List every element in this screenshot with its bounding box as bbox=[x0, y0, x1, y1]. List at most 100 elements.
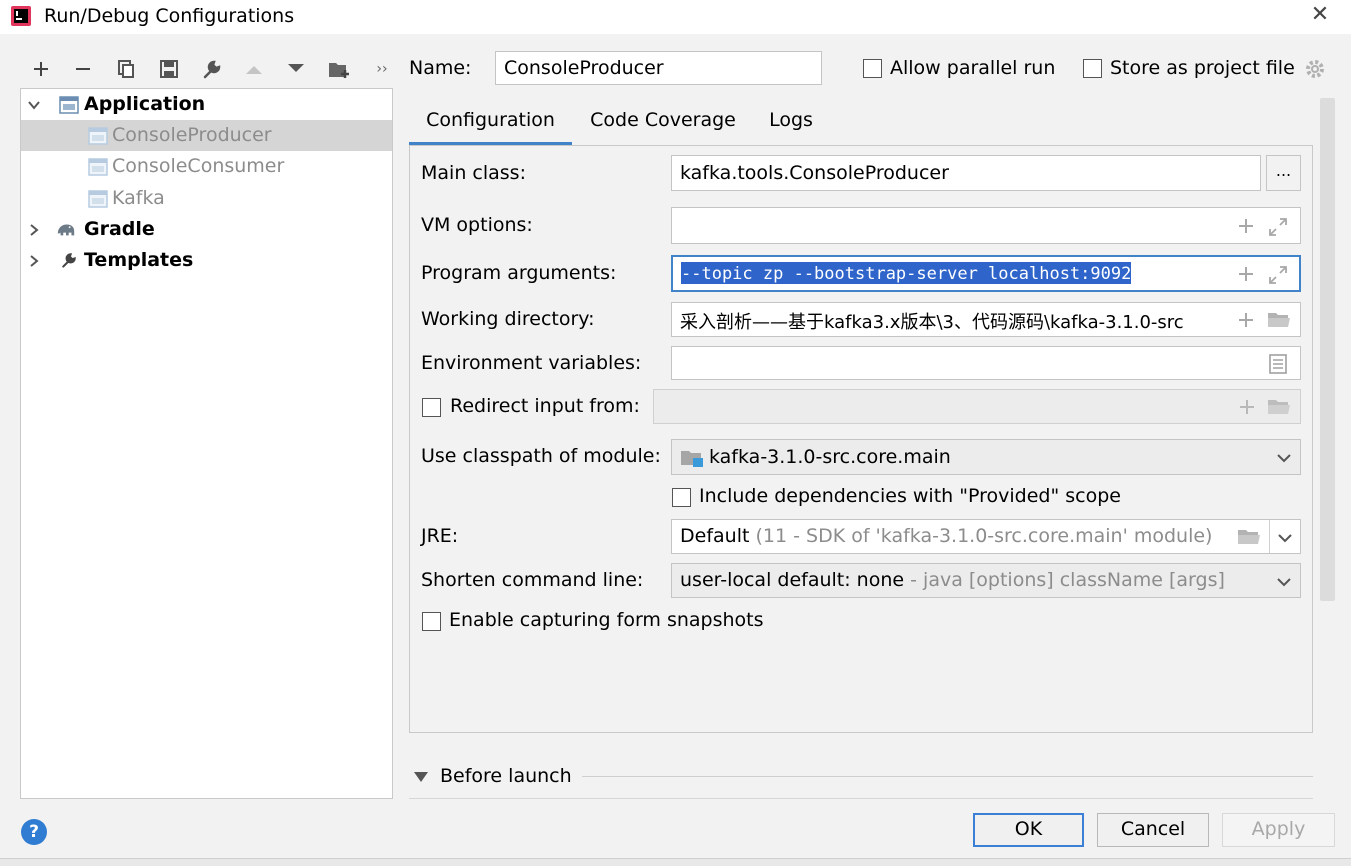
minus-icon bbox=[76, 68, 90, 70]
move-up-button[interactable] bbox=[241, 56, 267, 82]
main-class-input[interactable]: kafka.tools.ConsoleProducer bbox=[671, 155, 1261, 191]
expand-icon[interactable] bbox=[1268, 265, 1288, 285]
shorten-command-line-label: Shorten command line: bbox=[421, 569, 644, 591]
tree-item-label: Templates bbox=[84, 249, 194, 271]
program-arguments-value: --topic zp --bootstrap-server localhost:… bbox=[681, 262, 1132, 284]
save-icon bbox=[160, 60, 178, 78]
module-folder-icon bbox=[681, 451, 703, 467]
add-configuration-button[interactable] bbox=[28, 56, 54, 82]
main-class-label: Main class: bbox=[421, 162, 526, 184]
gradle-elephant-icon bbox=[57, 224, 75, 236]
tab-logs[interactable]: Logs bbox=[756, 102, 826, 146]
include-dependencies-checkbox[interactable] bbox=[672, 488, 691, 507]
new-folder-button[interactable] bbox=[326, 56, 352, 82]
jre-value: Default bbox=[680, 525, 750, 547]
move-down-button[interactable] bbox=[283, 56, 309, 82]
browse-main-class-button[interactable]: ... bbox=[1266, 155, 1301, 191]
save-configuration-button[interactable] bbox=[156, 56, 182, 82]
jre-combobox[interactable]: Default (11 - SDK of 'kafka-3.1.0-src.co… bbox=[671, 519, 1301, 554]
gear-icon[interactable] bbox=[1304, 58, 1326, 80]
wrench-icon bbox=[62, 253, 76, 268]
capture-snapshots-checkbox[interactable] bbox=[422, 612, 441, 631]
classpath-module-dropdown[interactable]: kafka-3.1.0-src.core.main bbox=[671, 439, 1301, 475]
application-config-icon bbox=[88, 127, 108, 145]
help-icon[interactable]: ? bbox=[21, 819, 47, 845]
intellij-app-icon bbox=[11, 6, 31, 26]
folder-icon[interactable] bbox=[1237, 527, 1261, 547]
shorten-command-line-dropdown[interactable]: user-local default: none - java [options… bbox=[671, 563, 1301, 598]
folder-icon[interactable] bbox=[1267, 310, 1291, 330]
chevron-down-icon bbox=[1277, 454, 1291, 463]
copy-icon bbox=[118, 60, 134, 78]
application-config-icon bbox=[88, 190, 108, 208]
configuration-tree: Application ConsoleProducer ConsoleConsu… bbox=[20, 88, 393, 799]
triangle-up-icon bbox=[246, 66, 262, 74]
allow-parallel-run-checkbox[interactable] bbox=[863, 59, 882, 78]
plus-icon[interactable] bbox=[1238, 398, 1256, 416]
tree-item-label: Kafka bbox=[112, 187, 165, 209]
classpath-module-value: kafka-3.1.0-src.core.main bbox=[709, 446, 951, 468]
tree-item-label: Application bbox=[84, 93, 206, 115]
plus-icon[interactable] bbox=[1237, 265, 1255, 283]
tree-item-consoleconsumer[interactable]: ConsoleConsumer bbox=[21, 151, 392, 182]
store-as-project-file-checkbox[interactable] bbox=[1083, 59, 1102, 78]
scrollbar[interactable] bbox=[1320, 98, 1335, 601]
cancel-button[interactable]: Cancel bbox=[1097, 813, 1209, 847]
tree-item-kafka[interactable]: Kafka bbox=[21, 183, 392, 214]
folder-icon[interactable] bbox=[1267, 397, 1291, 417]
main-class-value: kafka.tools.ConsoleProducer bbox=[680, 162, 949, 184]
name-input-value: ConsoleProducer bbox=[504, 57, 664, 79]
before-launch-label[interactable]: Before launch bbox=[440, 765, 572, 787]
plus-icon[interactable] bbox=[1237, 311, 1255, 329]
more-actions-button[interactable]: ›› bbox=[369, 56, 395, 82]
tree-item-application[interactable]: Application bbox=[21, 89, 392, 120]
program-arguments-input[interactable]: --topic zp --bootstrap-server localhost:… bbox=[671, 255, 1301, 292]
tree-item-consoleproducer[interactable]: ConsoleProducer bbox=[21, 120, 392, 151]
application-config-icon bbox=[88, 158, 108, 176]
redirect-input-field[interactable] bbox=[653, 389, 1301, 424]
plus-icon[interactable] bbox=[1237, 217, 1255, 235]
chevron-right-icon[interactable] bbox=[26, 222, 42, 238]
panel-separator bbox=[409, 798, 1313, 799]
window-title: Run/Debug Configurations bbox=[44, 5, 295, 27]
before-launch-separator bbox=[582, 776, 1313, 777]
chevron-right-icon[interactable] bbox=[26, 253, 42, 269]
tab-code-coverage[interactable]: Code Coverage bbox=[582, 102, 744, 146]
shorten-value: user-local default: none bbox=[680, 569, 905, 591]
name-label: Name: bbox=[409, 57, 472, 79]
name-input[interactable]: ConsoleProducer bbox=[495, 51, 822, 85]
triangle-down-icon[interactable] bbox=[413, 771, 429, 783]
background-window-strip bbox=[0, 858, 1351, 866]
ok-button[interactable]: OK bbox=[973, 813, 1084, 847]
apply-button[interactable]: Apply bbox=[1222, 813, 1335, 847]
application-icon bbox=[59, 96, 79, 114]
chevron-down-icon bbox=[1277, 578, 1291, 587]
capture-snapshots-label: Enable capturing form snapshots bbox=[449, 609, 764, 631]
redirect-input-checkbox[interactable] bbox=[422, 398, 441, 417]
environment-variables-input[interactable] bbox=[671, 346, 1301, 380]
plus-icon bbox=[34, 62, 48, 76]
expand-icon[interactable] bbox=[1268, 217, 1288, 237]
shorten-hint: - java [options] className [args] bbox=[910, 569, 1225, 591]
jre-hint: (11 - SDK of 'kafka-3.1.0-src.core.main'… bbox=[755, 525, 1213, 547]
tree-item-templates[interactable]: Templates bbox=[21, 245, 392, 276]
remove-configuration-button[interactable] bbox=[70, 56, 96, 82]
redirect-input-label: Redirect input from: bbox=[450, 395, 640, 417]
copy-configuration-button[interactable] bbox=[113, 56, 139, 82]
tree-item-gradle[interactable]: Gradle bbox=[21, 214, 392, 245]
edit-templates-button[interactable] bbox=[199, 56, 225, 82]
vm-options-label: VM options: bbox=[421, 214, 533, 236]
chevron-down-icon[interactable] bbox=[26, 97, 42, 113]
tree-item-label: Gradle bbox=[84, 218, 155, 240]
chevron-down-icon[interactable] bbox=[1277, 532, 1293, 544]
jre-label: JRE: bbox=[421, 525, 459, 547]
vm-options-input[interactable] bbox=[671, 207, 1301, 244]
folder-add-icon bbox=[329, 63, 349, 78]
document-icon[interactable] bbox=[1269, 354, 1287, 374]
title-bar: Run/Debug Configurations ✕ bbox=[0, 0, 1351, 34]
close-window-button[interactable]: ✕ bbox=[1308, 3, 1332, 27]
tab-configuration[interactable]: Configuration bbox=[409, 102, 572, 146]
triangle-down-icon bbox=[288, 64, 304, 72]
program-arguments-label: Program arguments: bbox=[421, 262, 617, 284]
working-directory-input[interactable]: 采入剖析——基于kafka3.x版本\3、代码源码\kafka-3.1.0-sr… bbox=[671, 302, 1301, 337]
